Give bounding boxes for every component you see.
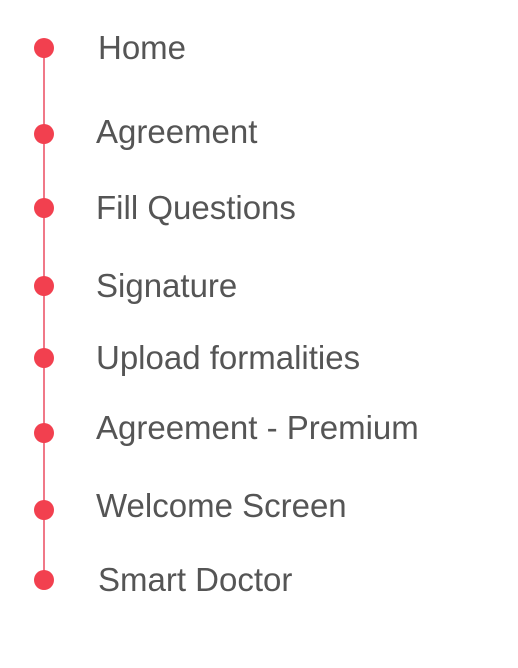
step-dot <box>34 276 54 296</box>
step-agreement-premium[interactable]: Agreement - Premium <box>0 408 518 448</box>
step-fill-questions[interactable]: Fill Questions <box>0 188 518 228</box>
step-welcome-screen[interactable]: Welcome Screen <box>0 486 518 526</box>
step-label: Upload formalities <box>96 339 361 376</box>
step-signature[interactable]: Signature <box>0 266 518 306</box>
step-label: Smart Doctor <box>98 561 293 598</box>
step-dot <box>34 570 54 590</box>
step-label: Agreement <box>96 113 258 150</box>
step-dot <box>34 124 54 144</box>
step-label: Fill Questions <box>96 189 296 226</box>
step-label: Agreement - Premium <box>96 409 419 446</box>
step-dot <box>34 38 54 58</box>
step-smart-doctor[interactable]: Smart Doctor <box>0 560 518 600</box>
step-home[interactable]: Home <box>0 28 518 68</box>
step-dot <box>34 198 54 218</box>
step-dot <box>34 348 54 368</box>
step-upload-formalities[interactable]: Upload formalities <box>0 338 518 378</box>
step-label: Signature <box>96 267 238 304</box>
step-dot <box>34 500 54 520</box>
step-dot <box>34 423 54 443</box>
flow-timeline: Home Agreement Fill Questions Signature … <box>0 0 518 668</box>
step-agreement[interactable]: Agreement <box>0 112 518 152</box>
step-label: Welcome Screen <box>96 487 347 524</box>
step-label: Home <box>98 29 187 66</box>
